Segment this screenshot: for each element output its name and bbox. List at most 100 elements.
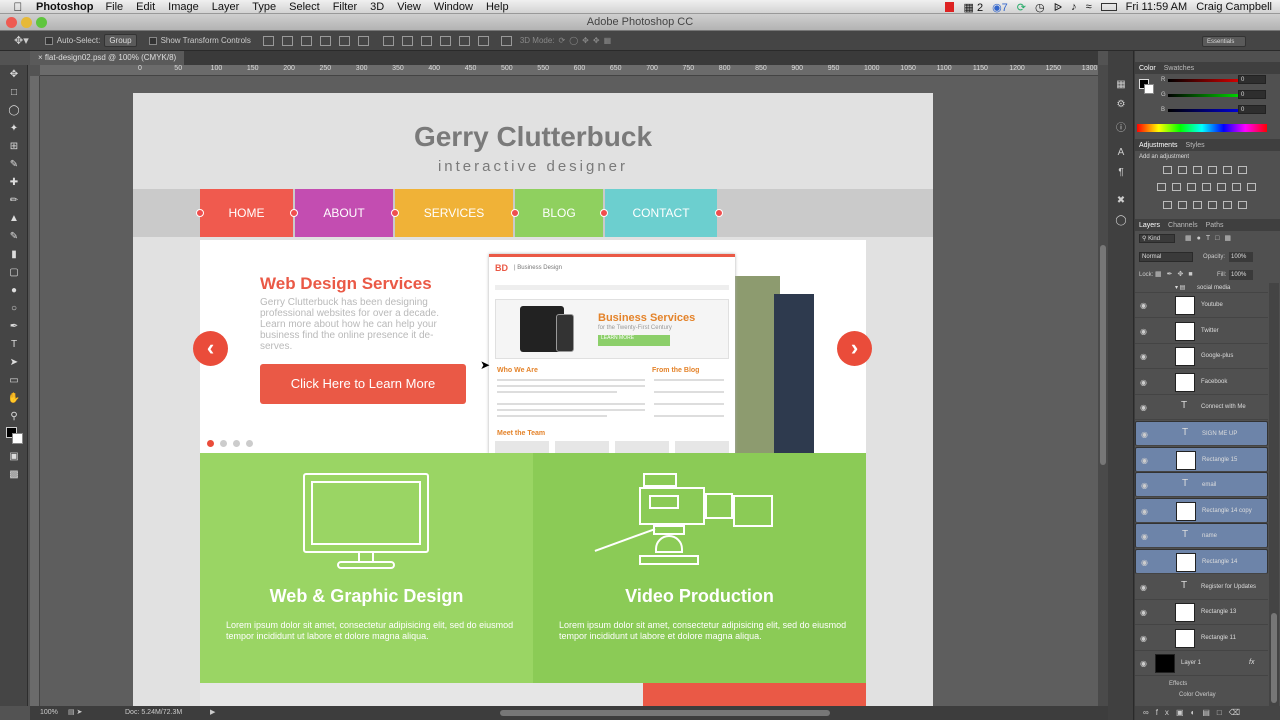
layer-row[interactable]: ◉ Twitter bbox=[1135, 319, 1268, 344]
slide-dot[interactable] bbox=[246, 440, 253, 447]
doc-size[interactable]: Doc: 5.24M/72.3M bbox=[125, 706, 182, 720]
canvas-vertical-scrollbar[interactable] bbox=[1098, 65, 1108, 706]
slide-dot[interactable] bbox=[233, 440, 240, 447]
slide-dot-active[interactable] bbox=[207, 440, 214, 447]
nav-home[interactable]: HOME bbox=[200, 189, 293, 237]
status-icons[interactable]: ▤ ➤ bbox=[68, 706, 82, 720]
eyedropper-tool[interactable]: ✎ bbox=[3, 157, 25, 173]
align-right-icon[interactable] bbox=[357, 35, 369, 46]
nav-services[interactable]: SERVICES bbox=[395, 189, 513, 237]
new-layer-icon[interactable]: □ bbox=[1217, 708, 1229, 717]
apple-icon[interactable]:  bbox=[0, 0, 36, 14]
clock[interactable]: Fri 11:59 AM bbox=[1126, 1, 1188, 13]
layer-row[interactable]: ◉ Tname bbox=[1135, 523, 1268, 549]
wifi-icon[interactable]: ≈ bbox=[1086, 1, 1092, 13]
red-app-icon[interactable] bbox=[945, 2, 955, 12]
document-canvas[interactable]: Gerry Clutterbuck interactive designer H… bbox=[133, 93, 933, 706]
layer-row[interactable]: ◉ Rectangle 13 bbox=[1135, 600, 1268, 626]
tab-styles[interactable]: Styles bbox=[1186, 142, 1205, 149]
menu-image[interactable]: Image bbox=[168, 1, 199, 13]
layer-comps-icon[interactable]: ◯ bbox=[1113, 215, 1129, 229]
history-brush-tool[interactable]: ✎ bbox=[3, 229, 25, 245]
visibility-eye-icon[interactable]: ◉ bbox=[1140, 634, 1147, 643]
layer-row[interactable]: ◉ Rectangle 14 copy bbox=[1135, 497, 1268, 523]
hand-tool[interactable]: ✋ bbox=[3, 391, 25, 407]
menu-file[interactable]: File bbox=[105, 1, 123, 13]
slide-dot[interactable] bbox=[220, 440, 227, 447]
distribute-right-icon[interactable] bbox=[477, 35, 489, 46]
adjustment-icons-row1[interactable] bbox=[1163, 166, 1247, 174]
color-g-value[interactable]: 0 bbox=[1238, 90, 1266, 99]
canvas-horizontal-scrollbar[interactable] bbox=[500, 710, 830, 716]
status-menu-arrow[interactable]: ▶ bbox=[210, 706, 215, 720]
menu-edit[interactable]: Edit bbox=[136, 1, 155, 13]
distribute-left-icon[interactable] bbox=[439, 35, 451, 46]
opacity-value[interactable]: 100% bbox=[1229, 252, 1253, 262]
character-icon[interactable]: A bbox=[1113, 147, 1129, 161]
background-color[interactable] bbox=[12, 433, 23, 444]
visibility-eye-icon[interactable]: ◉ bbox=[1140, 352, 1147, 361]
sync-icon[interactable]: ⟳ bbox=[1017, 1, 1026, 14]
fx-icon[interactable]: fx bbox=[1249, 659, 1254, 666]
tools-icon[interactable]: ✖ bbox=[1113, 195, 1129, 209]
tab-swatches[interactable]: Swatches bbox=[1164, 65, 1194, 72]
document-tab[interactable]: × flat-design02.psd @ 100% (CMYK/8) bbox=[30, 51, 185, 65]
crop-tool[interactable]: ⊞ bbox=[3, 139, 25, 155]
slider-next-button[interactable]: › bbox=[837, 331, 872, 366]
zoom-tool[interactable]: ⚲ bbox=[3, 409, 25, 425]
3d-slide-icon[interactable]: ✥ bbox=[593, 36, 600, 45]
layer-row[interactable]: ◉ T SIGN ME UP bbox=[1135, 421, 1268, 446]
visibility-eye-icon[interactable]: ◉ bbox=[1140, 378, 1147, 387]
auto-select-target-dropdown[interactable]: Group bbox=[104, 34, 137, 47]
layer-row[interactable]: ◉ Facebook bbox=[1135, 370, 1268, 395]
properties-icon[interactable]: ⚙ bbox=[1113, 99, 1129, 113]
color-r-value[interactable]: 0 bbox=[1238, 75, 1266, 84]
tab-adjustments[interactable]: Adjustments bbox=[1139, 142, 1178, 149]
align-hcenter-icon[interactable] bbox=[338, 35, 350, 46]
visibility-eye-icon[interactable]: ◉ bbox=[1141, 532, 1148, 541]
path-select-tool[interactable]: ➤ bbox=[3, 355, 25, 371]
quick-mask-icon[interactable]: ▣ bbox=[3, 449, 25, 465]
history-icon[interactable]: ▦ bbox=[1113, 79, 1129, 93]
align-bottom-icon[interactable] bbox=[300, 35, 312, 46]
stamp-tool[interactable]: ▲ bbox=[3, 211, 25, 227]
distribute-vcenter-icon[interactable] bbox=[401, 35, 413, 46]
zoom-window-button[interactable] bbox=[36, 17, 47, 28]
3d-drag-icon[interactable]: ✥ bbox=[582, 36, 589, 45]
3d-scale-icon[interactable]: ▦ bbox=[604, 36, 612, 45]
layer-row[interactable]: ◉ T Register for Updates bbox=[1135, 575, 1268, 600]
move-tool[interactable]: ✥ bbox=[3, 67, 25, 83]
3d-rotate-icon[interactable]: ⟳ bbox=[559, 36, 566, 45]
new-group-icon[interactable]: ▤ bbox=[1202, 708, 1217, 717]
align-top-icon[interactable] bbox=[262, 35, 274, 46]
quick-select-tool[interactable]: ✦ bbox=[3, 121, 25, 137]
link-layers-icon[interactable]: ∞ bbox=[1143, 708, 1156, 717]
bluetooth-icon[interactable]: ᐉ bbox=[1054, 1, 1062, 14]
lasso-tool[interactable]: ◯ bbox=[3, 103, 25, 119]
learn-more-button[interactable]: Click Here to Learn More bbox=[260, 364, 466, 404]
layer-row[interactable]: ◉ Rectangle 11 bbox=[1135, 626, 1268, 651]
nav-blog[interactable]: BLOG bbox=[515, 189, 603, 237]
layer-row[interactable]: ◉ Layer 1 fx bbox=[1135, 651, 1268, 677]
blend-mode-dropdown[interactable]: Normal bbox=[1139, 252, 1193, 262]
layer-effects[interactable]: Effects Color Overlay bbox=[1169, 681, 1216, 698]
eraser-tool[interactable]: ▮ bbox=[3, 247, 25, 263]
lock-icons[interactable]: ▦✒✥■ bbox=[1155, 270, 1198, 278]
battery-icon[interactable] bbox=[1100, 3, 1117, 11]
show-transform-checkbox[interactable] bbox=[148, 36, 157, 45]
zoom-level[interactable]: 100% bbox=[40, 706, 58, 720]
shape-tool[interactable]: ▭ bbox=[3, 373, 25, 389]
tab-paths[interactable]: Paths bbox=[1206, 222, 1224, 229]
blur-tool[interactable]: ● bbox=[3, 283, 25, 299]
adjustment-layer-icon[interactable]: ◐ bbox=[1191, 708, 1203, 717]
mask-icon[interactable]: ▣ bbox=[1176, 708, 1191, 717]
align-left-icon[interactable] bbox=[319, 35, 331, 46]
layer-filter-kind[interactable]: ⚲ Kind bbox=[1139, 234, 1175, 243]
distribute-bottom-icon[interactable] bbox=[420, 35, 432, 46]
menu-type[interactable]: Type bbox=[252, 1, 276, 13]
nav-contact[interactable]: CONTACT bbox=[605, 189, 717, 237]
pen-tool[interactable]: ✒ bbox=[3, 319, 25, 335]
layer-row[interactable]: ◉ T Connect with Me bbox=[1135, 395, 1268, 421]
color-spectrum[interactable] bbox=[1137, 124, 1267, 132]
color-b-value[interactable]: 0 bbox=[1238, 105, 1266, 114]
